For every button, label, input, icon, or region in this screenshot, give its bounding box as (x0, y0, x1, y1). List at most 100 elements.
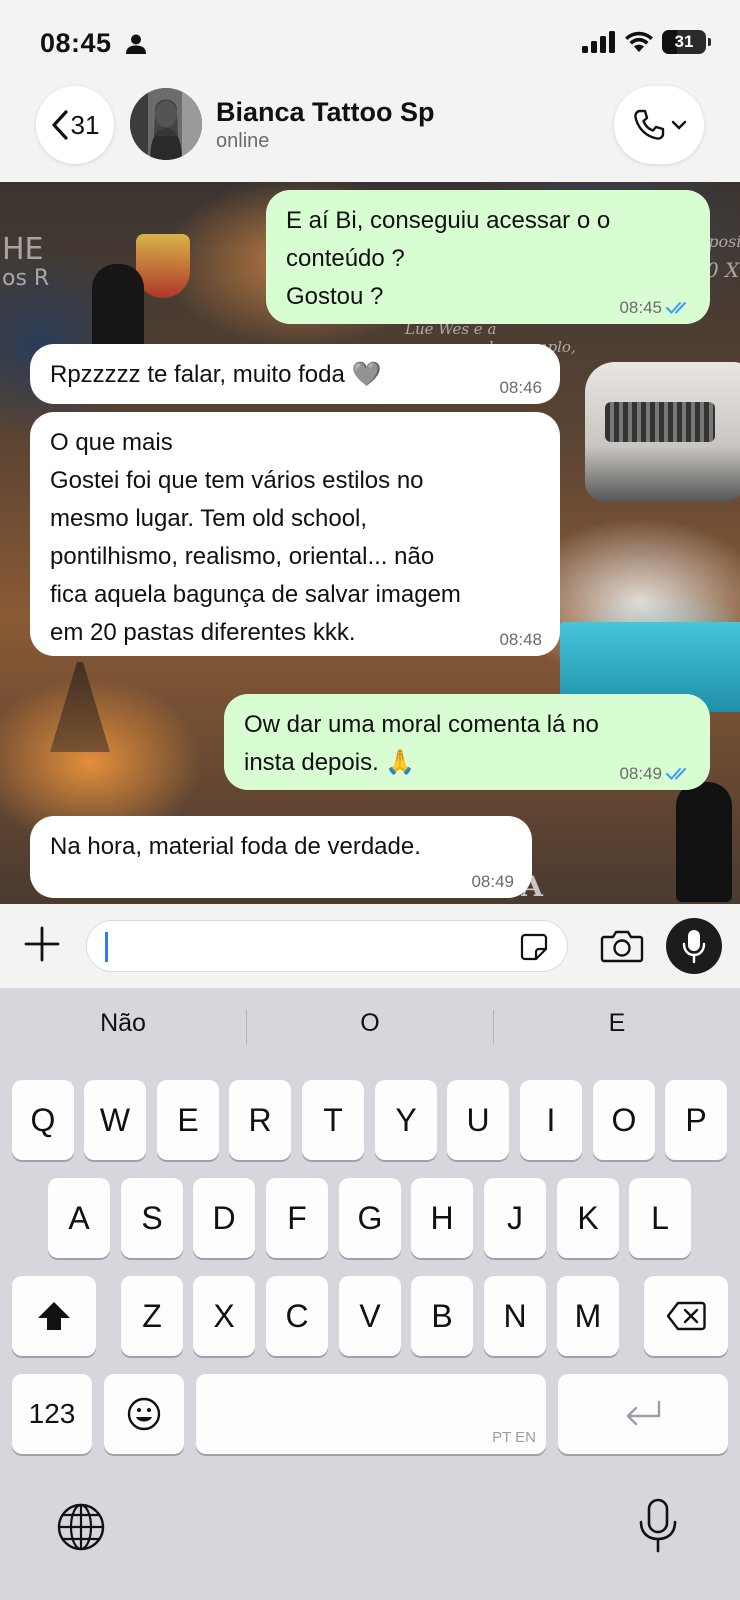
text-caret (105, 932, 108, 962)
message-meta: 08:46 (499, 378, 542, 398)
message-text: fica aquela bagunça de salvar imagem (50, 581, 461, 608)
message-input[interactable] (86, 920, 568, 972)
wallpaper-text: os R (2, 266, 50, 291)
key-o[interactable]: O (593, 1080, 655, 1160)
suggestion-item[interactable]: E (494, 988, 740, 1058)
key-q[interactable]: Q (12, 1080, 74, 1160)
message-bubble-outgoing[interactable]: Ow dar uma moral comenta lá no insta dep… (224, 694, 710, 790)
wallpaper-person (676, 782, 732, 902)
return-icon (626, 1400, 661, 1426)
message-text: em 20 pastas diferentes kkk. (50, 619, 356, 646)
message-meta: 08:45 (619, 298, 692, 318)
numbers-key[interactable]: 123 (12, 1374, 92, 1454)
key-j[interactable]: J (484, 1178, 546, 1258)
message-time: 08:49 (619, 764, 662, 783)
call-button[interactable] (614, 86, 704, 164)
back-button[interactable]: 31 (36, 86, 114, 164)
read-ticks-icon (666, 302, 686, 314)
key-k[interactable]: K (557, 1178, 619, 1258)
wallpaper-car-grille (605, 402, 715, 442)
avatar[interactable] (130, 88, 202, 160)
key-x[interactable]: X (193, 1276, 255, 1356)
message-text: O que mais (50, 429, 173, 456)
person-icon (126, 34, 146, 54)
wallpaper-text: 0 X (706, 258, 740, 282)
key-t[interactable]: T (302, 1080, 364, 1160)
battery-icon: 31 (662, 30, 711, 54)
shift-key[interactable] (12, 1276, 96, 1356)
message-meta: 08:49 (619, 764, 692, 784)
message-time: 08:48 (499, 630, 542, 649)
wallpaper-text: HE (2, 232, 44, 267)
key-b[interactable]: B (411, 1276, 473, 1356)
suggestion-item[interactable]: Não (0, 988, 246, 1058)
message-text: mesmo lugar. Tem old school, (50, 505, 368, 532)
status-right: 31 (582, 30, 711, 54)
message-bubble-incoming[interactable]: Na hora, material foda de verdade. 08:49 (30, 816, 532, 898)
key-a[interactable]: A (48, 1178, 110, 1258)
message-bubble-outgoing[interactable]: E aí Bi, conseguiu acessar o o conteúdo … (266, 190, 710, 324)
message-meta: 08:48 (499, 630, 542, 650)
key-r[interactable]: R (229, 1080, 291, 1160)
return-key[interactable] (558, 1374, 728, 1454)
wallpaper-porsche-crest (136, 234, 190, 298)
globe-icon[interactable] (56, 1502, 106, 1552)
key-u[interactable]: U (447, 1080, 509, 1160)
suggestion-item[interactable]: O (247, 988, 493, 1058)
message-text: conteúdo ? (286, 245, 405, 272)
read-ticks-icon (666, 768, 686, 780)
key-g[interactable]: G (339, 1178, 401, 1258)
suggestion-bar: Não O E (0, 988, 740, 1058)
shift-icon (38, 1302, 70, 1330)
message-text: pontilhismo, realismo, oriental... não (50, 543, 435, 570)
key-e[interactable]: E (157, 1080, 219, 1160)
camera-icon[interactable] (600, 928, 644, 964)
key-i[interactable]: I (520, 1080, 582, 1160)
key-z[interactable]: Z (121, 1276, 183, 1356)
contact-status: online (216, 130, 270, 152)
key-s[interactable]: S (121, 1178, 183, 1258)
keyboard-language: PT EN (492, 1429, 536, 1446)
message-text: Rpzzzzz te falar, muito foda 🩶 (50, 361, 382, 388)
key-c[interactable]: C (266, 1276, 328, 1356)
composer-bar (0, 904, 740, 988)
backspace-icon (666, 1301, 706, 1331)
key-m[interactable]: M (557, 1276, 619, 1356)
phone-icon (634, 109, 665, 140)
message-text: Na hora, material foda de verdade. (50, 833, 421, 860)
mic-icon (682, 930, 706, 963)
plus-icon[interactable] (22, 924, 62, 964)
key-v[interactable]: V (339, 1276, 401, 1356)
sticker-icon[interactable] (519, 932, 549, 962)
message-text: Ow dar uma moral comenta lá no (244, 711, 599, 738)
top-bar: 08:45 31 31 Bianca Tattoo Sp online (0, 0, 740, 182)
signal-icon (582, 31, 615, 53)
key-w[interactable]: W (84, 1080, 146, 1160)
message-bubble-incoming[interactable]: Rpzzzzz te falar, muito foda 🩶 08:46 (30, 344, 560, 404)
message-time: 08:49 (471, 872, 514, 891)
message-time: 08:46 (499, 378, 542, 397)
chevron-left-icon (51, 110, 68, 140)
key-f[interactable]: F (266, 1178, 328, 1258)
voice-message-button[interactable] (666, 918, 722, 974)
message-meta: 08:49 (471, 872, 514, 892)
key-p[interactable]: P (665, 1080, 727, 1160)
battery-level: 31 (674, 32, 694, 51)
emoji-key[interactable] (104, 1374, 184, 1454)
key-l[interactable]: L (629, 1178, 691, 1258)
status-time: 08:45 (40, 28, 112, 58)
message-time: 08:45 (619, 298, 662, 317)
avatar-image (130, 88, 202, 160)
key-n[interactable]: N (484, 1276, 546, 1356)
key-y[interactable]: Y (375, 1080, 437, 1160)
key-d[interactable]: D (193, 1178, 255, 1258)
contact-name[interactable]: Bianca Tattoo Sp (216, 97, 435, 128)
keyboard: Não O E Q W E R T Y U I O P A S D F G H … (0, 988, 740, 1600)
backspace-key[interactable] (644, 1276, 728, 1356)
chat-area[interactable]: HE os R sposi 0 X Lue Wes e a pelo exemp… (0, 182, 740, 904)
dictation-mic-icon[interactable] (636, 1498, 680, 1554)
key-h[interactable]: H (411, 1178, 473, 1258)
space-key[interactable]: PT EN (196, 1374, 546, 1454)
message-bubble-incoming[interactable]: O que mais Gostei foi que tem vários est… (30, 412, 560, 656)
wallpaper-eiffel-tower (50, 662, 110, 752)
